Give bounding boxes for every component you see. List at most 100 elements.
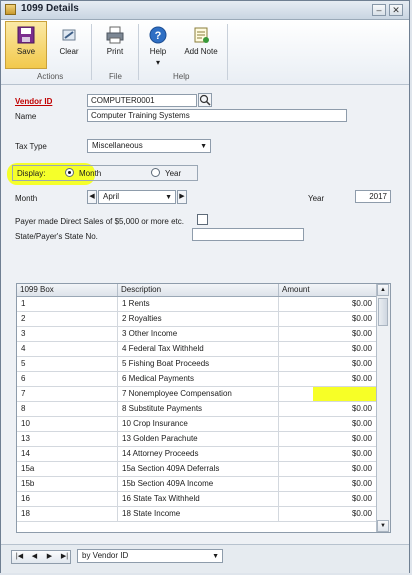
table-row[interactable]: 14 14 Attorney Proceeds $0.00	[17, 447, 377, 462]
clear-button[interactable]: Clear	[53, 22, 85, 68]
vendor-id-input[interactable]: COMPUTER0001	[87, 94, 197, 107]
column-header-description[interactable]: Description	[118, 284, 279, 296]
month-next-button[interactable]: ▶	[177, 190, 187, 204]
cell-amount[interactable]: $0.00	[279, 477, 377, 491]
display-year-radio[interactable]	[151, 168, 160, 177]
cell-box[interactable]: 13	[17, 432, 118, 446]
cell-box[interactable]: 2	[17, 312, 118, 326]
column-header-box[interactable]: 1099 Box	[17, 284, 118, 296]
cell-box[interactable]: 18	[17, 507, 118, 521]
cell-box[interactable]: 5	[17, 357, 118, 371]
cell-box[interactable]: 15b	[17, 477, 118, 491]
cell-amount[interactable]: $0.00	[279, 372, 377, 386]
display-month-radio[interactable]	[65, 168, 74, 177]
title-bar: 1099 Details – ✕	[1, 1, 409, 20]
cell-description[interactable]: 1 Rents	[118, 297, 279, 311]
cell-box[interactable]: 8	[17, 402, 118, 416]
table-row[interactable]: 16 16 State Tax Withheld $0.00	[17, 492, 377, 507]
cell-amount[interactable]: $0.00	[279, 417, 377, 431]
cell-amount[interactable]: $0.00	[279, 342, 377, 356]
cell-box[interactable]: 15a	[17, 462, 118, 476]
payer-direct-label: Payer made Direct Sales of $5,000 or mor…	[15, 217, 184, 226]
month-prev-button[interactable]: ◀	[87, 190, 97, 204]
name-input[interactable]: Computer Training Systems	[87, 109, 347, 122]
tax-type-label: Tax Type	[15, 142, 47, 151]
sort-select[interactable]: by Vendor ID ▼	[77, 549, 223, 563]
minimize-button[interactable]: –	[372, 4, 386, 16]
save-label: Save	[16, 47, 36, 56]
close-button[interactable]: ✕	[389, 4, 403, 16]
year-label: Year	[308, 194, 325, 203]
save-button[interactable]: Save	[5, 21, 47, 69]
cell-amount[interactable]: $0.00	[279, 432, 377, 446]
cell-amount[interactable]: $0.00	[279, 297, 377, 311]
table-row[interactable]: 44 Federal Tax Withheld $0.00	[17, 342, 377, 357]
payer-direct-checkbox[interactable]	[197, 214, 208, 225]
cell-description[interactable]: 6 Medical Payments	[118, 372, 279, 386]
help-button[interactable]: ? Help ▾	[143, 22, 173, 68]
month-select[interactable]: April ▼	[98, 190, 176, 204]
print-button[interactable]: Print	[98, 22, 132, 68]
cell-description[interactable]: 18 State Income	[118, 507, 279, 521]
cell-description[interactable]: 16 State Tax Withheld	[118, 492, 279, 506]
chevron-down-icon[interactable]: ▾	[143, 58, 173, 67]
table-row[interactable]: 22 Royalties $0.00	[17, 312, 377, 327]
cell-description[interactable]: 5 Fishing Boat Proceeds	[118, 357, 279, 371]
cell-box[interactable]: 4	[17, 342, 118, 356]
cell-amount[interactable]: $0.00	[279, 327, 377, 341]
scroll-thumb[interactable]	[378, 298, 388, 326]
table-row[interactable]: 88 Substitute Payments $0.00	[17, 402, 377, 417]
cell-amount[interactable]: $0.00	[279, 462, 377, 476]
last-record-button[interactable]: ▶|	[57, 551, 72, 563]
table-row[interactable]: 33 Other Income $0.00	[17, 327, 377, 342]
cell-amount[interactable]: $0.00	[279, 507, 377, 521]
lookup-button[interactable]	[198, 93, 212, 107]
group-label-help: Help	[173, 72, 190, 81]
first-record-button[interactable]: |◀	[12, 551, 27, 563]
cell-amount[interactable]: $0.00	[279, 312, 377, 326]
table-row[interactable]: 15a 15a Section 409A Deferrals $0.00	[17, 462, 377, 477]
scroll-down-button[interactable]: ▼	[377, 520, 389, 532]
tax-type-select[interactable]: Miscellaneous ▼	[87, 139, 211, 153]
table-row[interactable]: 10 10 Crop Insurance $0.00	[17, 417, 377, 432]
cell-box[interactable]: 7	[17, 387, 118, 401]
cell-amount[interactable]: $0.00	[279, 402, 377, 416]
cell-box[interactable]: 1	[17, 297, 118, 311]
window-icon	[5, 4, 16, 15]
state-no-input[interactable]	[192, 228, 304, 241]
vendor-id-link[interactable]: Vendor ID	[15, 97, 52, 106]
cell-box[interactable]: 3	[17, 327, 118, 341]
cell-description[interactable]: 13 Golden Parachute	[118, 432, 279, 446]
cell-description[interactable]: 14 Attorney Proceeds	[118, 447, 279, 461]
cell-box[interactable]: 16	[17, 492, 118, 506]
table-row[interactable]: 15b 15b Section 409A Income $0.00	[17, 477, 377, 492]
cell-description[interactable]: 3 Other Income	[118, 327, 279, 341]
cell-amount[interactable]: $0.00	[279, 492, 377, 506]
vertical-scrollbar[interactable]: ▲ ▼	[376, 284, 390, 532]
table-row[interactable]: 66 Medical Payments $0.00	[17, 372, 377, 387]
table-row[interactable]: 18 18 State Income $0.00	[17, 507, 377, 522]
cell-box[interactable]: 6	[17, 372, 118, 386]
add-note-button[interactable]: Add Note	[179, 22, 223, 68]
cell-box[interactable]: 14	[17, 447, 118, 461]
cell-amount[interactable]: $0.00	[279, 357, 377, 371]
year-input[interactable]: 2017	[355, 190, 391, 203]
cell-description[interactable]: 8 Substitute Payments	[118, 402, 279, 416]
group-separator	[91, 24, 92, 80]
scroll-up-button[interactable]: ▲	[377, 284, 389, 296]
cell-description[interactable]: 10 Crop Insurance	[118, 417, 279, 431]
next-record-button[interactable]: ▶	[42, 551, 57, 563]
cell-description[interactable]: 2 Royalties	[118, 312, 279, 326]
column-header-amount[interactable]: Amount	[279, 284, 377, 296]
cell-box[interactable]: 10	[17, 417, 118, 431]
window-title: 1099 Details	[21, 3, 79, 14]
cell-description[interactable]: 15a Section 409A Deferrals	[118, 462, 279, 476]
previous-record-button[interactable]: ◀	[27, 551, 42, 563]
table-row[interactable]: 55 Fishing Boat Proceeds $0.00	[17, 357, 377, 372]
cell-description[interactable]: 4 Federal Tax Withheld	[118, 342, 279, 356]
table-row[interactable]: 11 Rents $0.00	[17, 297, 377, 312]
cell-amount[interactable]: $0.00	[279, 447, 377, 461]
table-row[interactable]: 13 13 Golden Parachute $0.00	[17, 432, 377, 447]
cell-description[interactable]: 15b Section 409A Income	[118, 477, 279, 491]
cell-description[interactable]: 7 Nonemployee Compensation	[118, 387, 279, 401]
